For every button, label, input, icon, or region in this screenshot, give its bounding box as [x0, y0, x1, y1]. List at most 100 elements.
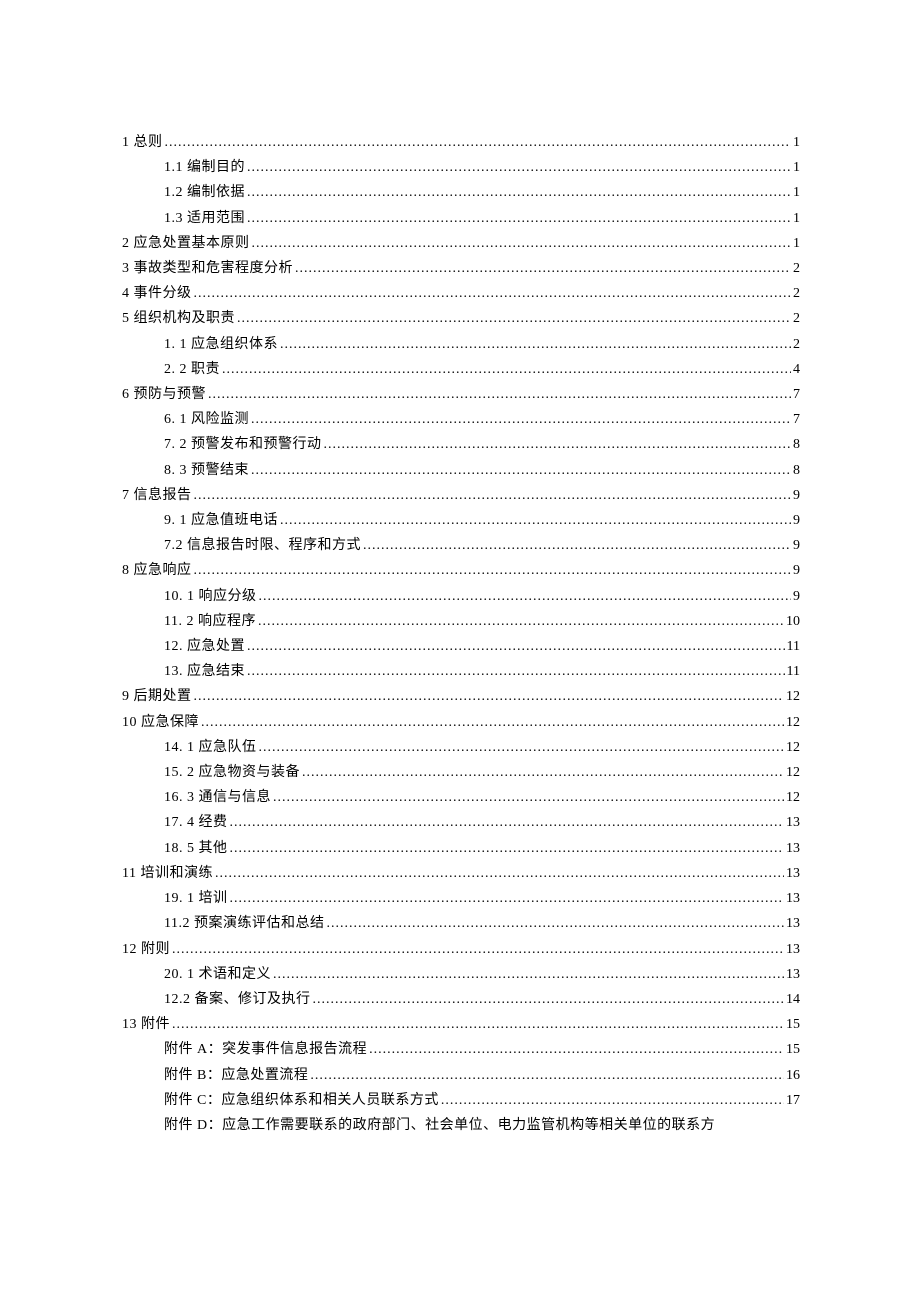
toc-entry: 12 附则 13	[122, 937, 800, 962]
toc-entry-page: 12	[786, 735, 800, 760]
toc-leader-dots	[201, 710, 784, 735]
toc-entry-title: 4 事件分级	[122, 281, 192, 306]
toc-entry-page: 7	[793, 382, 800, 407]
toc-leader-dots	[259, 584, 792, 609]
toc-entry-title: 9 后期处置	[122, 684, 192, 709]
toc-entry: 17. 4 经费 13	[122, 810, 800, 835]
toc-entry-title: 6. 1 风险监测	[164, 407, 249, 432]
toc-leader-dots	[247, 180, 791, 205]
toc-entry-title: 1.3 适用范围	[164, 206, 245, 231]
toc-entry: 7.2 信息报告时限、程序和方式 9	[122, 533, 800, 558]
toc-leader-dots	[230, 836, 785, 861]
toc-entry-title: 8. 3 预警结束	[164, 458, 249, 483]
toc-leader-dots	[172, 1012, 784, 1037]
toc-entry-title: 附件 D：应急工作需要联系的政府部门、社会单位、电力监管机构等相关单位的联系方	[164, 1113, 715, 1138]
toc-entry-page: 9	[793, 533, 800, 558]
toc-entry: 7. 2 预警发布和预警行动 8	[122, 432, 800, 457]
toc-entry-title: 附件 A：突发事件信息报告流程	[164, 1037, 367, 1062]
toc-entry-page: 12	[786, 710, 800, 735]
toc-entry-page: 13	[786, 810, 800, 835]
toc-entry: 附件 D：应急工作需要联系的政府部门、社会单位、电力监管机构等相关单位的联系方	[122, 1113, 800, 1138]
toc-leader-dots	[273, 785, 784, 810]
toc-entry-title: 20. 1 术语和定义	[164, 962, 271, 987]
toc-entry: 13. 应急结束 11	[122, 659, 800, 684]
toc-entry-page: 14	[786, 987, 800, 1012]
toc-entry-page: 8	[793, 458, 800, 483]
toc-entry-page: 1	[793, 180, 800, 205]
toc-leader-dots	[369, 1037, 784, 1062]
toc-entry-page: 2	[793, 332, 800, 357]
toc-entry-page: 12	[786, 785, 800, 810]
toc-entry-title: 1.1 编制目的	[164, 155, 245, 180]
toc-leader-dots	[259, 735, 785, 760]
toc-entry-title: 7 信息报告	[122, 483, 192, 508]
toc-entry-title: 13. 应急结束	[164, 659, 245, 684]
toc-entry: 11 培训和演练13	[122, 861, 800, 886]
toc-entry-page: 16	[786, 1063, 800, 1088]
toc-entry: 10 应急保障12	[122, 710, 800, 735]
toc-leader-dots	[313, 987, 785, 1012]
toc-entry: 1 总则1	[122, 130, 800, 155]
toc-entry: 4 事件分级 2	[122, 281, 800, 306]
toc-entry: 9 后期处置 12	[122, 684, 800, 709]
toc-entry-title: 15. 2 应急物资与装备	[164, 760, 300, 785]
toc-entry-page: 8	[793, 432, 800, 457]
toc-entry-page: 2	[793, 306, 800, 331]
toc-leader-dots	[215, 861, 784, 886]
toc-entry: 附件 B：应急处置流程 16	[122, 1063, 800, 1088]
toc-entry-page: 9	[793, 508, 800, 533]
toc-entry-page: 2	[793, 281, 800, 306]
toc-entry: 13 附件15	[122, 1012, 800, 1037]
toc-entry-page: 9	[793, 483, 800, 508]
toc-entry-title: 10. 1 响应分级	[164, 584, 257, 609]
toc-entry: 3 事故类型和危害程度分析2	[122, 256, 800, 281]
toc-entry-page: 12	[786, 760, 800, 785]
toc-leader-dots	[310, 1063, 784, 1088]
toc-entry-title: 11.2 预案演练评估和总结	[164, 911, 324, 936]
toc-entry-page: 15	[786, 1037, 800, 1062]
toc-leader-dots	[295, 256, 791, 281]
toc-entry-page: 13	[786, 886, 800, 911]
toc-entry-title: 7. 2 预警发布和预警行动	[164, 432, 322, 457]
toc-entry-page: 9	[793, 558, 800, 583]
toc-entry: 1.3 适用范围 1	[122, 206, 800, 231]
toc-entry: 14. 1 应急队伍 12	[122, 735, 800, 760]
toc-entry: 12.2 备案、修订及执行 14	[122, 987, 800, 1012]
toc-entry-title: 6 预防与预警	[122, 382, 206, 407]
toc-leader-dots	[165, 130, 792, 155]
toc-entry-title: 2 应急处置基本原则	[122, 231, 250, 256]
toc-entry-title: 附件 C：应急组织体系和相关人员联系方式	[164, 1088, 439, 1113]
toc-entry: 15. 2 应急物资与装备 12	[122, 760, 800, 785]
toc-entry-page: 17	[786, 1088, 800, 1113]
toc-entry: 19. 1 培训 13	[122, 886, 800, 911]
toc-entry-page: 7	[793, 407, 800, 432]
toc-entry: 9. 1 应急值班电话 9	[122, 508, 800, 533]
toc-entry: 12. 应急处置 11	[122, 634, 800, 659]
toc-entry-title: 18. 5 其他	[164, 836, 228, 861]
toc-entry-page: 13	[786, 937, 800, 962]
toc-leader-dots	[258, 609, 784, 634]
document-page: 1 总则11.1 编制目的 11.2 编制依据 11.3 适用范围 12 应急处…	[0, 0, 920, 1301]
toc-leader-dots	[252, 231, 792, 256]
toc-entry-page: 11	[787, 659, 800, 684]
toc-entry-page: 13	[786, 962, 800, 987]
toc-entry-page: 10	[786, 609, 800, 634]
toc-entry: 16. 3 通信与信息 12	[122, 785, 800, 810]
toc-entry-title: 14. 1 应急队伍	[164, 735, 257, 760]
toc-entry-title: 1. 1 应急组织体系	[164, 332, 278, 357]
toc-entry-title: 12.2 备案、修订及执行	[164, 987, 311, 1012]
toc-entry-page: 11	[787, 634, 800, 659]
toc-leader-dots	[222, 357, 791, 382]
toc-entry: 8 应急响应9	[122, 558, 800, 583]
toc-entry-title: 3 事故类型和危害程度分析	[122, 256, 293, 281]
toc-entry-page: 12	[786, 684, 800, 709]
toc-entry-title: 12 附则	[122, 937, 170, 962]
toc-entry-page: 1	[793, 155, 800, 180]
toc-entry-page: 13	[786, 911, 800, 936]
toc-entry-page: 4	[793, 357, 800, 382]
toc-leader-dots	[247, 659, 785, 684]
toc-leader-dots	[230, 886, 785, 911]
toc-entry-page: 1	[793, 130, 800, 155]
toc-entry-title: 17. 4 经费	[164, 810, 228, 835]
toc-leader-dots	[251, 407, 791, 432]
